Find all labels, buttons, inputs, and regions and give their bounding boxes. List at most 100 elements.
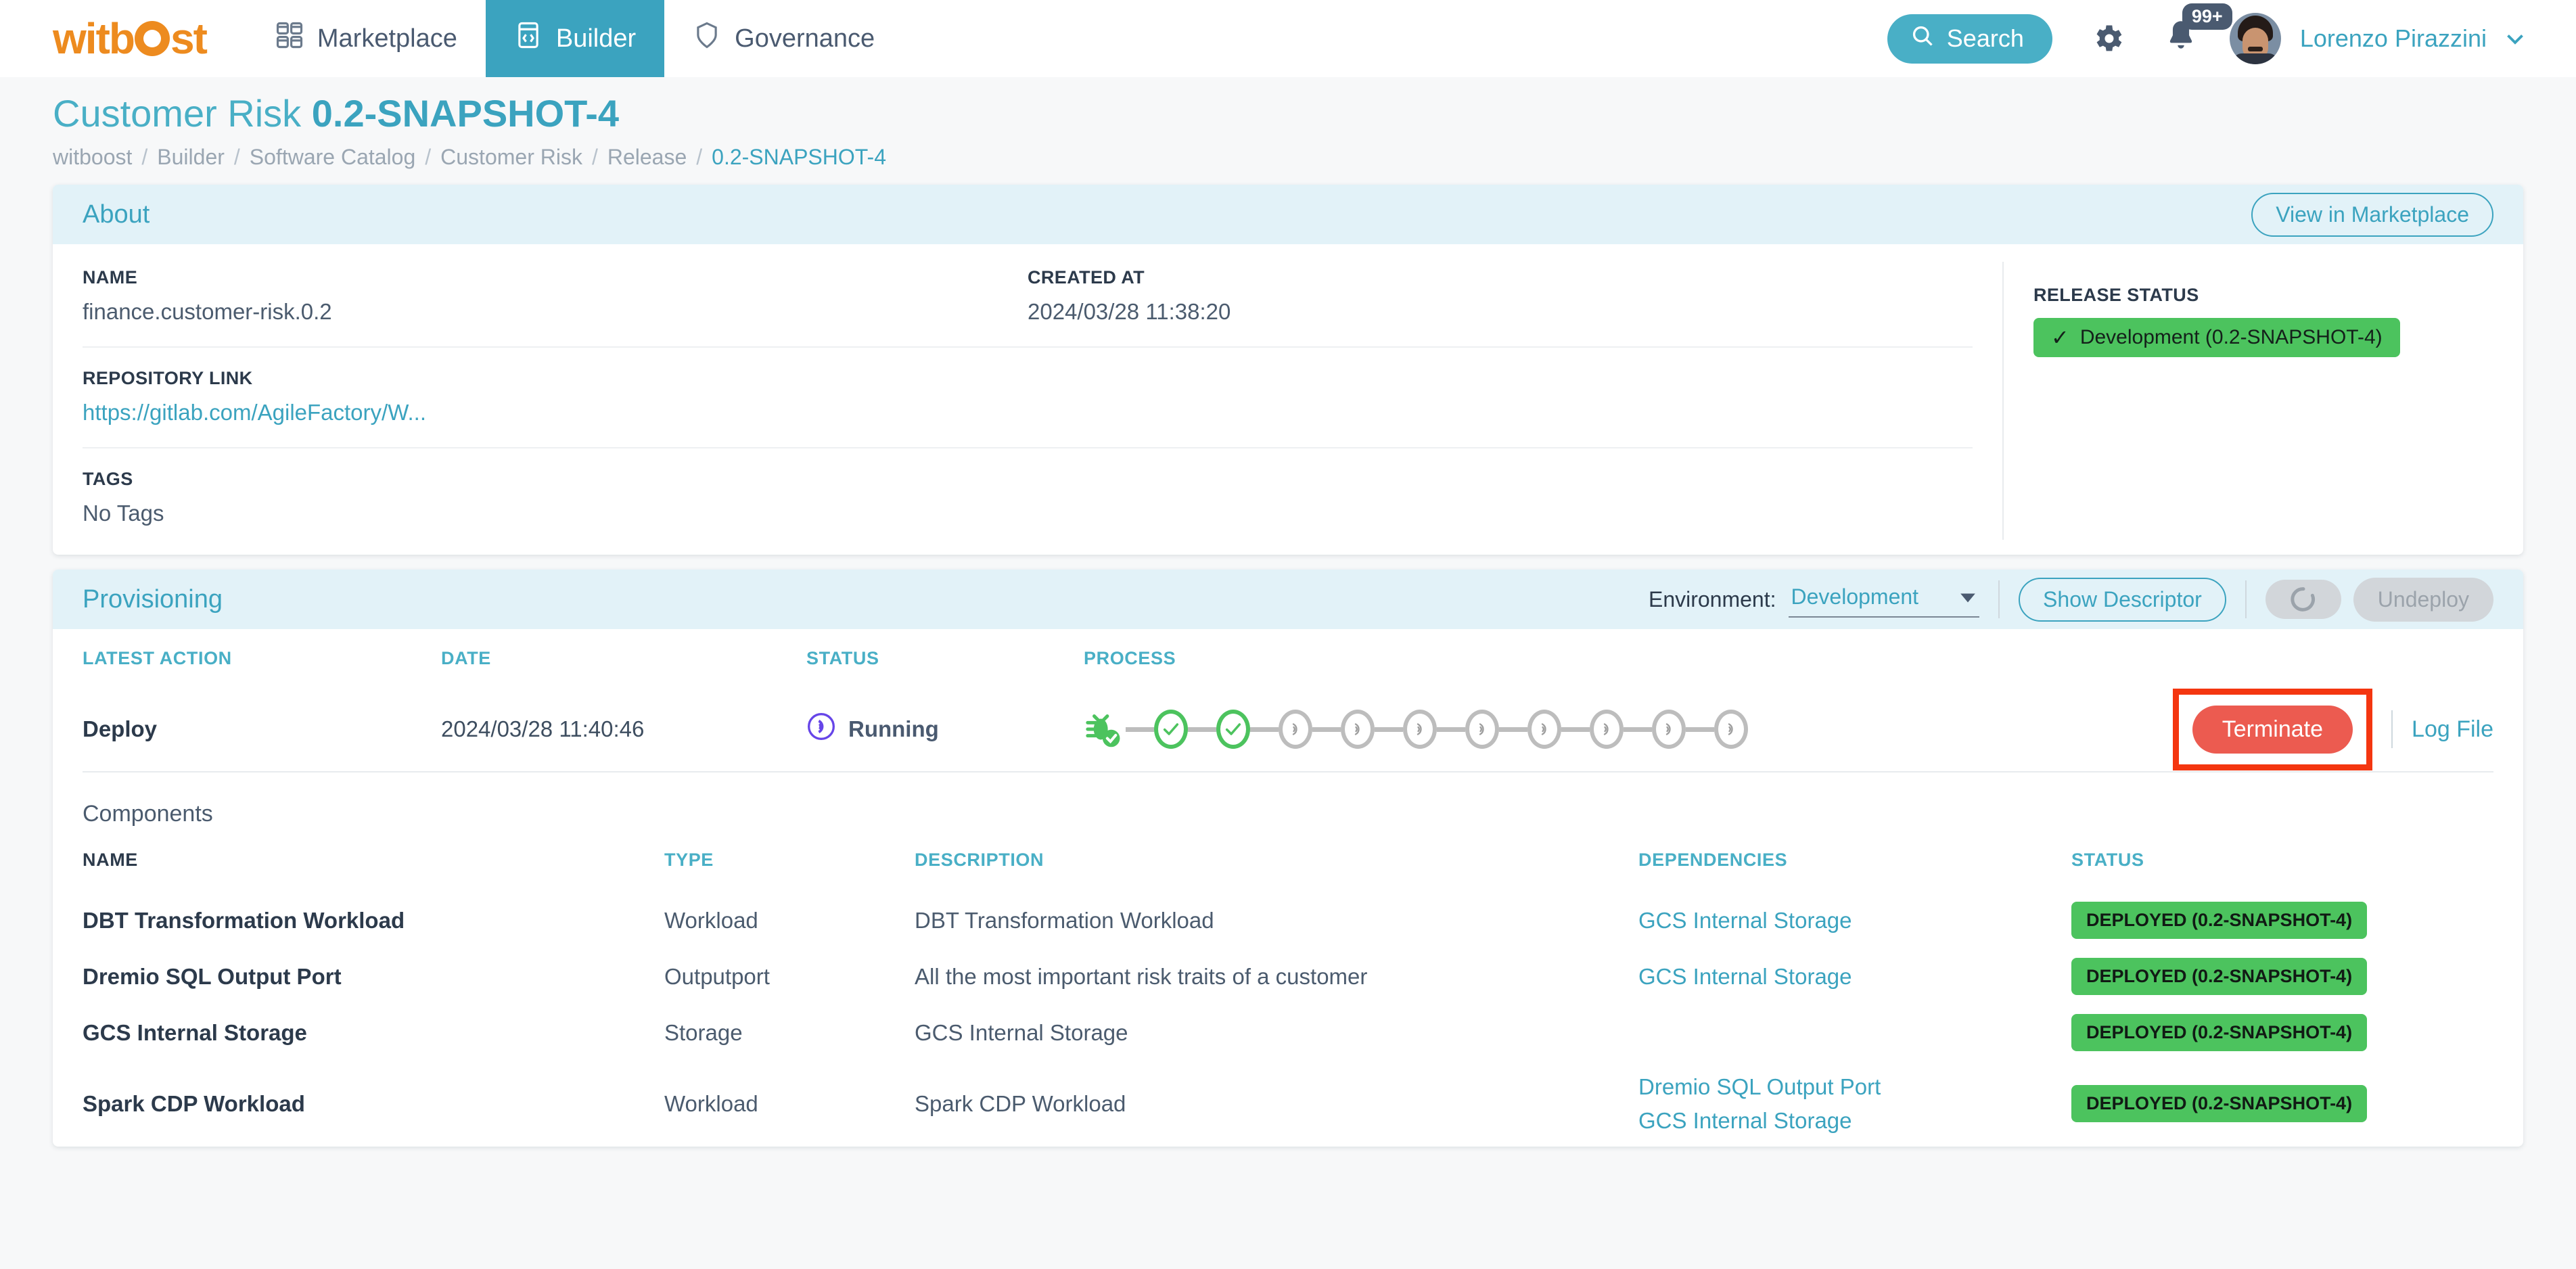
pending-circle-icon: [1403, 710, 1437, 749]
process-step-pending: [1465, 710, 1527, 749]
breadcrumb-item-current[interactable]: 0.2-SNAPSHOT-4: [712, 145, 886, 170]
logo-o-icon: [134, 21, 170, 56]
search-button[interactable]: Search: [1887, 14, 2052, 64]
provisioning-action-row: Deploy 2024/03/28 11:40:46 Running Termi…: [83, 687, 2493, 771]
column-header-latest-action: LATEST ACTION: [83, 647, 232, 668]
about-row-name-created: NAME finance.customer-risk.0.2 CREATED A…: [83, 267, 1973, 325]
component-description: DBT Transformation Workload: [915, 907, 1214, 933]
component-dependencies: Dremio SQL Output Port GCS Internal Stor…: [1638, 1070, 2071, 1137]
about-divider-2: [83, 447, 1973, 449]
about-name-value: finance.customer-risk.0.2: [83, 299, 332, 325]
gear-icon[interactable]: [2090, 21, 2125, 56]
chevron-down-icon: [1959, 584, 1977, 609]
components-section-label: Components: [83, 801, 213, 827]
column-header-status: STATUS: [2071, 849, 2144, 870]
process-step-done: [1154, 710, 1216, 749]
about-card-body: NAME finance.customer-risk.0.2 CREATED A…: [53, 244, 2523, 555]
dependency-link[interactable]: GCS Internal Storage: [1638, 960, 2071, 994]
component-name: DBT Transformation Workload: [83, 907, 405, 933]
column-header-date: DATE: [441, 647, 491, 668]
log-file-link[interactable]: Log File: [2412, 716, 2493, 743]
avatar[interactable]: [2229, 13, 2281, 64]
breadcrumb-separator: /: [233, 145, 240, 170]
table-row: GCS Internal Storage Storage GCS Interna…: [83, 1005, 2493, 1061]
pending-circle-icon: [1652, 710, 1686, 749]
component-description: All the most important risk traits of a …: [915, 963, 1368, 989]
about-repo-label: REPOSITORY LINK: [83, 368, 253, 389]
nav-tab-governance[interactable]: Governance: [664, 0, 903, 77]
process-connector: [1312, 726, 1341, 732]
notifications-button[interactable]: 99+: [2163, 3, 2232, 60]
about-title: About: [83, 200, 150, 229]
page-title-version: 0.2-SNAPSHOT-4: [311, 92, 620, 135]
page-header: Customer Risk 0.2-SNAPSHOT-4 witboost / …: [0, 77, 2576, 170]
column-header-description: DESCRIPTION: [915, 849, 1044, 870]
terminate-button[interactable]: Terminate: [2192, 705, 2353, 754]
provisioning-card-header: Provisioning Environment: Development Sh…: [53, 570, 2523, 630]
chevron-down-icon[interactable]: [2503, 26, 2527, 51]
pending-circle-icon: [1341, 710, 1375, 749]
status-running-label: Running: [848, 716, 939, 742]
breadcrumb-separator: /: [696, 145, 703, 170]
about-divider-1: [83, 346, 1973, 348]
status-badge: DEPLOYED (0.2-SNAPSHOT-4): [2071, 1014, 2368, 1052]
nav-tab-marketplace[interactable]: Marketplace: [247, 0, 486, 77]
undeploy-button: Undeploy: [2353, 577, 2493, 622]
header-divider-1: [1998, 580, 2000, 619]
process-step-list: [1084, 710, 2173, 749]
show-descriptor-button[interactable]: Show Descriptor: [2019, 577, 2226, 622]
table-row: Dremio SQL Output Port Outputport All th…: [83, 948, 2493, 1005]
provisioning-table-header: LATEST ACTION DATE STATUS PROCESS: [83, 629, 2493, 687]
view-in-marketplace-button[interactable]: View in Marketplace: [2251, 192, 2493, 237]
top-navigation-bar: witb st Marketplace Builder Governance S…: [0, 0, 2576, 77]
breadcrumb-item-release[interactable]: Release: [607, 145, 687, 170]
environment-select[interactable]: Development: [1788, 582, 1980, 618]
process-connector: [1126, 726, 1154, 732]
process-connector: [1250, 726, 1279, 732]
nav-tab-builder-label: Builder: [555, 24, 637, 53]
nav-tab-marketplace-label: Marketplace: [317, 24, 457, 53]
search-icon: [1910, 24, 1935, 54]
page-title-main: Customer Risk: [53, 92, 302, 135]
nav-tab-builder[interactable]: Builder: [485, 0, 665, 77]
page-title: Customer Risk 0.2-SNAPSHOT-4: [53, 92, 2523, 135]
provisioning-card: Provisioning Environment: Development Sh…: [53, 570, 2523, 1147]
breadcrumb-item-customer-risk[interactable]: Customer Risk: [440, 145, 582, 170]
breadcrumb-item-software-catalog[interactable]: Software Catalog: [250, 145, 415, 170]
pending-circle-icon: [1590, 710, 1624, 749]
release-status-label: RELEASE STATUS: [2033, 285, 2199, 306]
column-header-name: NAME: [83, 849, 138, 870]
code-window-icon: [514, 21, 543, 56]
breadcrumb-item-witboost[interactable]: witboost: [53, 145, 132, 170]
about-tags-label: TAGS: [83, 469, 133, 490]
about-card-header: About View in Marketplace: [53, 185, 2523, 245]
witboost-logo[interactable]: witb st: [0, 0, 247, 77]
breadcrumb-item-builder[interactable]: Builder: [157, 145, 225, 170]
process-connector: [1686, 726, 1714, 732]
process-connector: [1188, 726, 1216, 732]
process-step-pending: [1279, 710, 1341, 749]
component-status: DEPLOYED (0.2-SNAPSHOT-4): [2071, 958, 2493, 996]
dependency-link[interactable]: GCS Internal Storage: [1638, 1104, 2071, 1138]
about-repo-link[interactable]: https://gitlab.com/AgileFactory/W...: [83, 400, 1973, 425]
about-tags-value: No Tags: [83, 501, 164, 526]
component-name: GCS Internal Storage: [83, 1019, 307, 1045]
process-step-pending: [1527, 710, 1590, 749]
about-fields: NAME finance.customer-risk.0.2 CREATED A…: [53, 244, 2002, 555]
dependency-link[interactable]: GCS Internal Storage: [1638, 904, 2071, 938]
bug-check-icon: [1084, 710, 1126, 749]
status-badge: DEPLOYED (0.2-SNAPSHOT-4): [2071, 902, 2368, 940]
user-name-label[interactable]: Lorenzo Pirazzini: [2300, 24, 2487, 53]
check-circle-icon: [1216, 710, 1250, 749]
notification-badge: 99+: [2182, 3, 2232, 30]
about-release-status: RELEASE STATUS ✓ Development (0.2-SNAPSH…: [2002, 262, 2523, 540]
process-connector: [1437, 726, 1465, 732]
table-row: Spark CDP Workload Workload Spark CDP Wo…: [83, 1061, 2493, 1147]
dependency-link[interactable]: Dremio SQL Output Port: [1638, 1070, 2071, 1104]
release-status-badge: ✓ Development (0.2-SNAPSHOT-4): [2033, 318, 2400, 358]
table-row: DBT Transformation Workload Workload DBT…: [83, 892, 2493, 948]
status-running: Running: [806, 712, 1084, 747]
about-created-value: 2024/03/28 11:38:20: [1028, 299, 1231, 325]
environment-selector-wrap: Environment: Development: [1649, 582, 1980, 618]
